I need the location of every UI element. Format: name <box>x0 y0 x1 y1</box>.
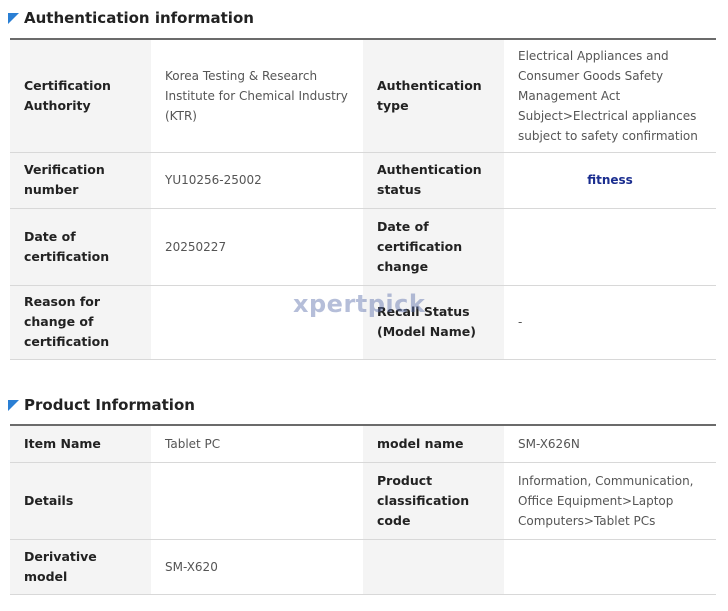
label-authentication-status: Authentication status <box>363 152 504 209</box>
triangle-corner-icon <box>8 399 19 411</box>
value-model-name: SM-X626N <box>504 425 716 463</box>
label-date-of-certification-change: Date of certification change <box>363 208 504 286</box>
value-authentication-type: Electrical Appliances and Consumer Goods… <box>504 39 716 153</box>
value-certification-authority: Korea Testing & Research Institute for C… <box>151 39 363 153</box>
value-recall-status: - <box>504 285 716 360</box>
table-row: Certification Authority Korea Testing & … <box>10 39 716 153</box>
label-certification-authority: Certification Authority <box>10 39 151 153</box>
table-row: Derivative model SM-X620 <box>10 539 716 595</box>
product-section-title: Product Information <box>8 396 195 414</box>
triangle-corner-icon <box>8 12 19 24</box>
value-date-of-certification-change <box>504 208 716 286</box>
label-reason-for-change: Reason for change of certification <box>10 285 151 360</box>
label-model-name: model name <box>363 425 504 463</box>
table-row: Item Name Tablet PC model name SM-X626N <box>10 425 716 463</box>
label-recall-status: Recall Status (Model Name) <box>363 285 504 360</box>
label-details: Details <box>10 462 151 540</box>
auth-section-title-text: Authentication information <box>24 9 254 27</box>
value-product-classification-code: Information, Communication, Office Equip… <box>504 462 716 540</box>
value-empty <box>504 539 716 595</box>
table-row: Date of certification 20250227 Date of c… <box>10 208 716 286</box>
value-details <box>151 462 363 540</box>
value-authentication-status: fitness <box>504 152 716 209</box>
product-info-table: Item Name Tablet PC model name SM-X626N … <box>10 424 716 595</box>
value-verification-number: YU10256-25002 <box>151 152 363 209</box>
label-authentication-type: Authentication type <box>363 39 504 153</box>
table-row: Details Product classification code Info… <box>10 462 716 540</box>
status-badge: fitness <box>587 173 633 187</box>
label-derivative-model: Derivative model <box>10 539 151 595</box>
auth-info-table: Certification Authority Korea Testing & … <box>10 38 716 360</box>
value-date-of-certification: 20250227 <box>151 208 363 286</box>
label-empty <box>363 539 504 595</box>
value-reason-for-change <box>151 285 363 360</box>
table-row: Reason for change of certification Recal… <box>10 285 716 360</box>
label-product-classification-code: Product classification code <box>363 462 504 540</box>
product-section-title-text: Product Information <box>24 396 195 414</box>
label-verification-number: Verification number <box>10 152 151 209</box>
auth-section-title: Authentication information <box>8 9 254 27</box>
label-item-name: Item Name <box>10 425 151 463</box>
value-derivative-model: SM-X620 <box>151 539 363 595</box>
value-item-name: Tablet PC <box>151 425 363 463</box>
table-row: Verification number YU10256-25002 Authen… <box>10 152 716 209</box>
label-date-of-certification: Date of certification <box>10 208 151 286</box>
